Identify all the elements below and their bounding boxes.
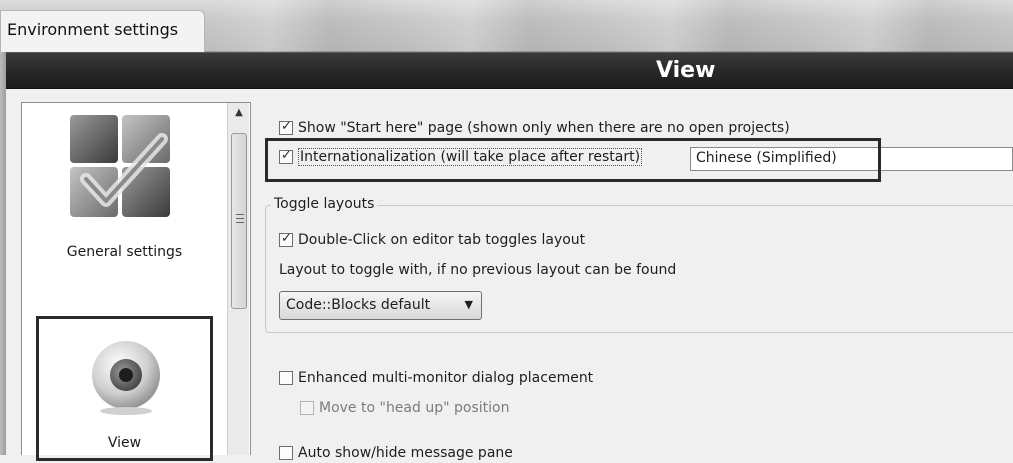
head-up-checkbox bbox=[300, 401, 314, 415]
view-item-highlight bbox=[36, 316, 213, 461]
toggle-layouts-legend: Toggle layouts bbox=[271, 196, 378, 212]
category-list-scrollbar[interactable]: ▲ bbox=[227, 103, 249, 455]
layout-toggle-dropdown[interactable]: Code::Blocks default ▼ bbox=[279, 291, 482, 320]
window-title: Environment settings bbox=[0, 10, 205, 52]
titlebar-glass bbox=[210, 0, 1013, 52]
window-titlebar: Environment settings bbox=[0, 0, 1013, 52]
enhanced-multi-monitor-option[interactable]: Enhanced multi-monitor dialog placement bbox=[279, 368, 593, 388]
auto-show-hide-label: Auto show/hide message pane bbox=[298, 445, 513, 461]
show-start-here-label: Show "Start here" page (shown only when … bbox=[298, 120, 790, 136]
double-click-toggle-checkbox[interactable] bbox=[279, 231, 293, 247]
sidebar-item-general-settings[interactable]: General settings bbox=[22, 107, 227, 307]
enhanced-multi-monitor-checkbox[interactable] bbox=[279, 371, 293, 385]
page-title: View bbox=[656, 58, 716, 83]
scroll-thumb[interactable] bbox=[231, 133, 247, 309]
double-click-toggle-label: Double-Click on editor tab toggles layou… bbox=[298, 232, 586, 248]
head-up-option: Move to "head up" position bbox=[300, 398, 509, 418]
auto-show-hide-option[interactable]: Auto show/hide message pane bbox=[279, 443, 513, 463]
internationalization-highlight bbox=[265, 138, 881, 182]
layout-toggle-label: Layout to toggle with, if no previous la… bbox=[279, 262, 677, 278]
general-settings-icon bbox=[70, 115, 170, 217]
sidebar-item-label: General settings bbox=[66, 244, 183, 260]
show-start-here-checkbox[interactable] bbox=[279, 119, 293, 135]
page-header: View bbox=[6, 52, 1013, 89]
scroll-grip-icon bbox=[236, 214, 244, 223]
layout-toggle-value: Code::Blocks default bbox=[286, 297, 431, 313]
chevron-down-icon: ▼ bbox=[464, 298, 473, 311]
show-start-here-option[interactable]: Show "Start here" page (shown only when … bbox=[279, 118, 790, 138]
double-click-toggle-option[interactable]: Double-Click on editor tab toggles layou… bbox=[279, 230, 585, 250]
head-up-label: Move to "head up" position bbox=[319, 400, 510, 416]
scroll-up-arrow-icon[interactable]: ▲ bbox=[228, 103, 250, 123]
auto-show-hide-checkbox[interactable] bbox=[279, 446, 293, 460]
enhanced-multi-monitor-label: Enhanced multi-monitor dialog placement bbox=[298, 370, 594, 386]
